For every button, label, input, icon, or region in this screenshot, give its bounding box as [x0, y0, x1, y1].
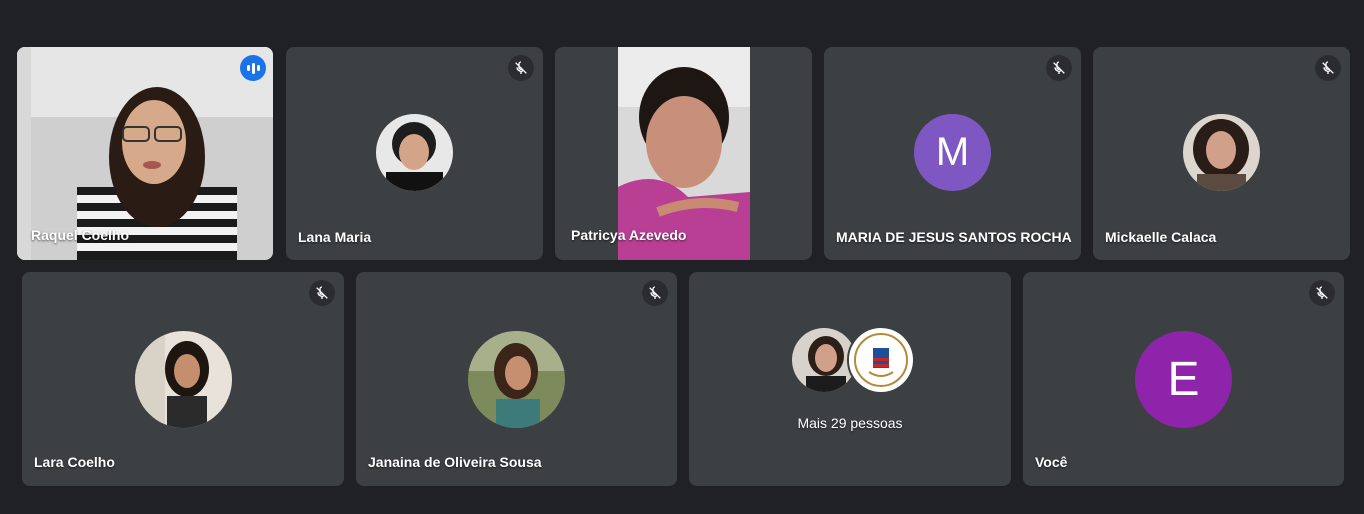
more-participants-label: Mais 29 pessoas	[797, 415, 903, 431]
avatar	[468, 331, 565, 428]
participant-name: Mickaelle Calaca	[1105, 229, 1217, 245]
participant-name: Lara Coelho	[34, 454, 115, 470]
participant-name: Janaina de Oliveira Sousa	[368, 454, 542, 470]
mic-off-icon	[508, 55, 534, 81]
participant-name: Raquel Coelho	[31, 227, 130, 243]
more-participants-tile[interactable]: Mais 29 pessoas	[689, 272, 1011, 486]
participant-tile-lana-maria[interactable]: Lana Maria	[286, 47, 543, 260]
participant-name: MARIA DE JESUS SANTOS ROCHA	[836, 229, 1072, 245]
participant-tile-patricya-azevedo[interactable]: Patricya Azevedo	[555, 47, 812, 260]
mic-off-icon	[1309, 280, 1335, 306]
avatar-initial: M	[914, 114, 991, 191]
mic-off-icon	[1046, 55, 1072, 81]
participant-name: Você	[1035, 454, 1068, 470]
avatar	[376, 114, 453, 191]
participant-tile-mickaelle-calaca[interactable]: Mickaelle Calaca	[1093, 47, 1350, 260]
participant-tile-raquel-coelho[interactable]: Raquel Coelho	[17, 47, 273, 260]
participant-name: Patricya Azevedo	[571, 227, 687, 243]
mic-off-icon	[309, 280, 335, 306]
participant-tile-self[interactable]: E Você	[1023, 272, 1344, 486]
avatar	[1183, 114, 1260, 191]
audio-wave-icon	[240, 55, 266, 81]
mic-off-icon	[642, 280, 668, 306]
participant-name: Lana Maria	[298, 229, 372, 245]
avatar-initial: E	[1135, 331, 1232, 428]
participant-tile-janaina[interactable]: Janaina de Oliveira Sousa	[356, 272, 677, 486]
mic-off-icon	[1315, 55, 1341, 81]
avatar	[135, 331, 232, 428]
participant-tile-maria-de-jesus[interactable]: M MARIA DE JESUS SANTOS ROCHA	[824, 47, 1081, 260]
institution-logo-avatar	[847, 326, 915, 394]
participant-tile-lara-coelho[interactable]: Lara Coelho	[22, 272, 344, 486]
